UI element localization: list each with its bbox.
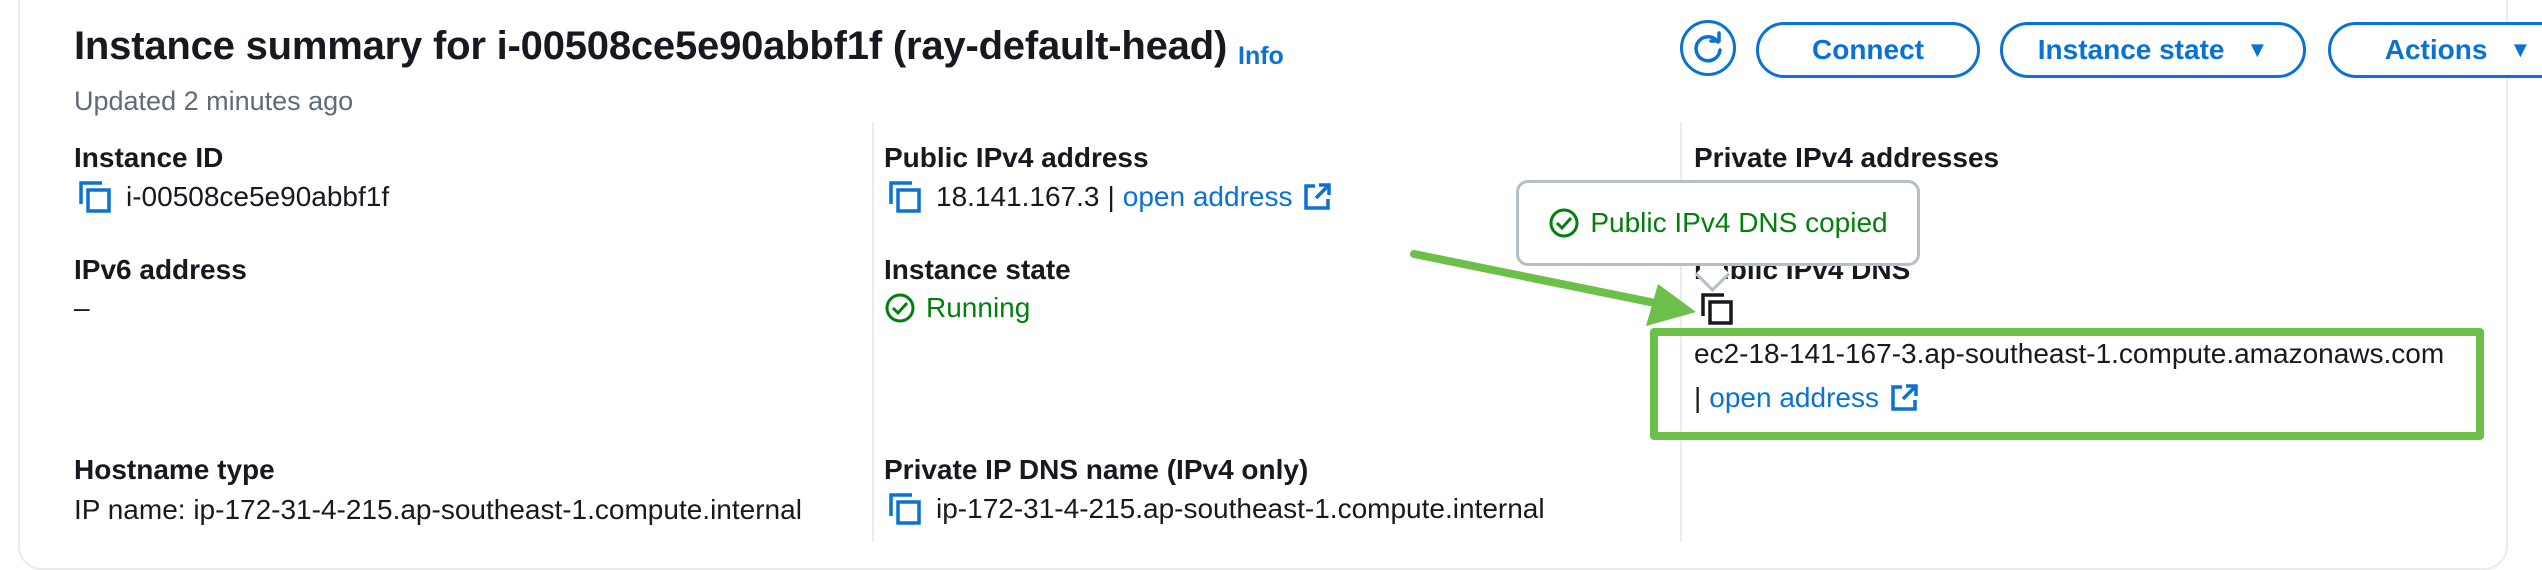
private-dns-label: Private IP DNS name (IPv4 only) xyxy=(884,454,1309,485)
tooltip-text: Public IPv4 DNS copied xyxy=(1590,207,1888,238)
instance-id-text: i-00508ce5e90abbf1f xyxy=(126,181,390,212)
updated-timestamp: Updated 2 minutes ago xyxy=(74,86,354,116)
instance-state-label: Instance state xyxy=(2037,34,2225,65)
instance-id-value: i-00508ce5e90abbf1f xyxy=(78,180,389,214)
copy-icon[interactable] xyxy=(888,180,922,214)
public-ipv4-value: 18.141.167.3 | open address xyxy=(888,180,1332,214)
separator: | xyxy=(1107,181,1115,212)
instance-state-label: Instance state xyxy=(884,254,1071,285)
actions-label: Actions xyxy=(2384,34,2488,65)
connect-label: Connect xyxy=(1812,34,1924,65)
copy-icon[interactable] xyxy=(78,180,112,214)
actions-button[interactable]: Actions ▼ xyxy=(2328,22,2542,78)
running-text: Running xyxy=(926,292,1031,323)
info-link[interactable]: Info xyxy=(1238,42,1284,71)
hostname-type-label: Hostname type xyxy=(74,454,275,485)
public-ipv4-text: 18.141.167.3 xyxy=(936,181,1100,212)
instance-state-value: Running xyxy=(884,292,1030,324)
column-divider xyxy=(872,122,874,542)
ipv6-label: IPv6 address xyxy=(74,254,247,285)
private-dns-value: ip-172-31-4-215.ap-southeast-1.compute.i… xyxy=(888,492,1545,526)
public-ipv4-label: Public IPv4 address xyxy=(884,142,1149,173)
refresh-icon xyxy=(1694,31,1722,63)
hostname-type-value: IP name: ip-172-31-4-215.ap-southeast-1.… xyxy=(74,494,802,525)
ipv6-value: – xyxy=(74,292,90,323)
open-address-link[interactable]: open address xyxy=(1123,181,1293,213)
annotation-highlight-box xyxy=(1650,328,2484,440)
refresh-button[interactable] xyxy=(1680,20,1736,76)
connect-button[interactable]: Connect xyxy=(1756,22,1980,78)
page-title: Instance summary for i-00508ce5e90abbf1f… xyxy=(74,24,1228,68)
status-check-icon xyxy=(885,293,915,323)
caret-down-icon: ▼ xyxy=(2246,37,2269,62)
annotation-arrow-icon xyxy=(1410,250,1696,326)
instance-id-label: Instance ID xyxy=(74,142,224,173)
private-dns-text: ip-172-31-4-215.ap-southeast-1.compute.i… xyxy=(936,493,1545,524)
copy-icon[interactable] xyxy=(888,492,922,526)
private-ipv4-label: Private IPv4 addresses xyxy=(1694,142,2000,173)
success-check-icon xyxy=(1549,208,1579,238)
instance-state-button[interactable]: Instance state ▼ xyxy=(2000,22,2306,78)
external-link-icon[interactable] xyxy=(1302,182,1332,212)
caret-down-icon: ▼ xyxy=(2509,37,2532,62)
